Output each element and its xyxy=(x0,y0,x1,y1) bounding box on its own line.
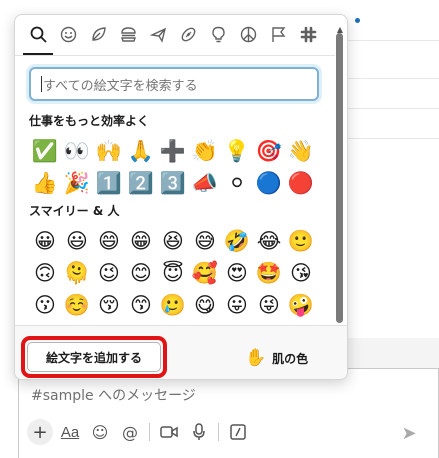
emoji-item[interactable]: 😂 xyxy=(253,225,285,257)
add-emoji-button[interactable]: 絵文字を追加する xyxy=(27,342,161,372)
composer-toolbar: + Aa ☺ @ xyxy=(27,419,255,445)
divider xyxy=(15,55,335,56)
emoji-item[interactable]: 🎯 xyxy=(253,135,285,167)
emoji-item[interactable]: 🙂 xyxy=(285,225,317,257)
text-caret xyxy=(41,76,42,92)
emoji-item[interactable]: 😛 xyxy=(221,289,253,321)
divider-line xyxy=(342,78,439,79)
toolbar-divider xyxy=(218,423,219,441)
toolbar-divider xyxy=(149,423,150,441)
divider-line xyxy=(342,40,439,41)
format-icon[interactable]: Aa xyxy=(57,419,83,445)
burger-icon[interactable] xyxy=(113,19,143,49)
emoji-item[interactable]: 😚 xyxy=(93,289,125,321)
emoji-item[interactable]: 😜 xyxy=(253,289,285,321)
emoji-item[interactable]: 😘 xyxy=(285,257,317,289)
scroll-thumb[interactable] xyxy=(336,33,343,323)
emoji-icon[interactable]: ☺ xyxy=(87,419,113,445)
emoji-item[interactable]: 😙 xyxy=(125,289,157,321)
emoji-item[interactable]: 👋 xyxy=(285,135,317,167)
divider-line xyxy=(342,108,439,109)
emoji-list: 仕事をもっと効率よく ✅ 👀 🙌 🙏 ➕ 👏 💡 🎯 👋 👍 🎉 1️⃣ 2️⃣ 3️⃣ 📣 ⚪ 🔵 🔴 スマイリ… xyxy=(29,111,329,321)
picker-footer: 絵文字を追加する ✋ 肌の色 xyxy=(15,325,347,379)
emoji-item[interactable]: 🙃 xyxy=(29,257,61,289)
message-composer[interactable]: #sample へのメッセージ + Aa ☺ @ ➤ xyxy=(18,368,439,458)
emoji-item[interactable]: 2️⃣ xyxy=(125,167,157,199)
emoji-item[interactable]: 😅 xyxy=(189,225,221,257)
mention-icon[interactable]: @ xyxy=(117,419,143,445)
emoji-item[interactable]: 😊 xyxy=(125,257,157,289)
skin-tone-label: 肌の色 xyxy=(272,351,309,366)
emoji-item[interactable]: 🤣 xyxy=(221,225,253,257)
section-title: 仕事をもっと効率よく xyxy=(29,114,150,128)
emoji-item[interactable]: 🙌 xyxy=(93,135,125,167)
emoji-item[interactable]: 1️⃣ xyxy=(93,167,125,199)
emoji-item[interactable]: 🥲 xyxy=(157,289,189,321)
emoji-item[interactable]: 🙏 xyxy=(125,135,157,167)
emoji-item[interactable]: 😗 xyxy=(29,289,61,321)
message-input[interactable]: #sample へのメッセージ xyxy=(31,385,196,405)
emoji-item[interactable]: 😀 xyxy=(29,225,61,257)
emoji-item[interactable]: 😍 xyxy=(221,257,253,289)
emoji-item[interactable]: 👏 xyxy=(189,135,221,167)
emoji-item[interactable]: 👀 xyxy=(61,135,93,167)
send-icon[interactable]: ➤ xyxy=(397,421,421,445)
unread-dot xyxy=(355,18,360,23)
lightbulb-icon[interactable] xyxy=(203,19,233,49)
emoji-item[interactable]: 🎉 xyxy=(61,167,93,199)
emoji-item[interactable]: 😆 xyxy=(157,225,189,257)
airplane-icon[interactable] xyxy=(143,19,173,49)
slack-icon[interactable] xyxy=(293,19,323,49)
section-title: スマイリー & 人 xyxy=(29,204,120,218)
emoji-item[interactable]: 😄 xyxy=(93,225,125,257)
peace-icon[interactable] xyxy=(233,19,263,49)
microphone-icon[interactable] xyxy=(186,419,212,445)
emoji-item[interactable]: ⚪ xyxy=(221,167,253,199)
emoji-search-input[interactable]: すべての絵文字を検索する xyxy=(29,67,319,101)
leaf-icon[interactable] xyxy=(83,19,113,49)
category-tabs xyxy=(15,15,335,53)
emoji-item[interactable]: 📣 xyxy=(189,167,221,199)
emoji-item[interactable]: 😇 xyxy=(157,257,189,289)
emoji-item[interactable]: 3️⃣ xyxy=(157,167,189,199)
emoji-grid: 😀😃😄😁😆😅🤣😂🙂🙃🫠😉😊😇🥰😍🤩😘😗☺️😚😙🥲😋😛😜🤪😝🤑🤗🤭🫢🫣🤫🤔🫡 xyxy=(29,225,329,321)
emoji-item[interactable]: 🤪 xyxy=(285,289,317,321)
football-icon[interactable] xyxy=(173,19,203,49)
skin-tone-button[interactable]: ✋ 肌の色 xyxy=(245,346,308,370)
emoji-grid: ✅ 👀 🙌 🙏 ➕ 👏 💡 🎯 👋 👍 🎉 1️⃣ 2️⃣ 3️⃣ 📣 ⚪ 🔵 🔴 xyxy=(29,135,329,199)
smiley-icon[interactable] xyxy=(53,19,83,49)
emoji-item[interactable]: 😃 xyxy=(61,225,93,257)
search-icon[interactable] xyxy=(23,19,53,49)
slash-command-icon[interactable] xyxy=(225,419,251,445)
emoji-item[interactable]: 🫠 xyxy=(61,257,93,289)
emoji-item[interactable]: 🔵 xyxy=(253,167,285,199)
emoji-item[interactable]: 😁 xyxy=(125,225,157,257)
emoji-item[interactable]: 💡 xyxy=(221,135,253,167)
emoji-item[interactable]: ☺️ xyxy=(61,289,93,321)
emoji-item[interactable]: 😉 xyxy=(93,257,125,289)
emoji-item[interactable]: 😋 xyxy=(189,289,221,321)
emoji-picker: すべての絵文字を検索する 仕事をもっと効率よく ✅ 👀 🙌 🙏 ➕ 👏 💡 🎯 👋 👍 🎉 1️⃣ 2️… xyxy=(14,14,348,380)
emoji-item[interactable]: 👍 xyxy=(29,167,61,199)
plus-icon[interactable]: + xyxy=(27,419,53,445)
emoji-item[interactable]: 🔴 xyxy=(285,167,317,199)
search-placeholder: すべての絵文字を検索する xyxy=(43,78,198,94)
video-icon[interactable] xyxy=(156,419,182,445)
emoji-item[interactable]: 🤩 xyxy=(253,257,285,289)
inner-scroll-thumb[interactable] xyxy=(336,125,343,145)
emoji-item[interactable]: ➕ xyxy=(157,135,189,167)
emoji-item[interactable]: ✅ xyxy=(29,135,61,167)
message-band xyxy=(342,338,439,368)
emoji-item[interactable]: 🥰 xyxy=(189,257,221,289)
divider-line xyxy=(342,138,439,139)
raised-hand-icon: ✋ xyxy=(245,348,267,368)
flag-icon[interactable] xyxy=(263,19,293,49)
